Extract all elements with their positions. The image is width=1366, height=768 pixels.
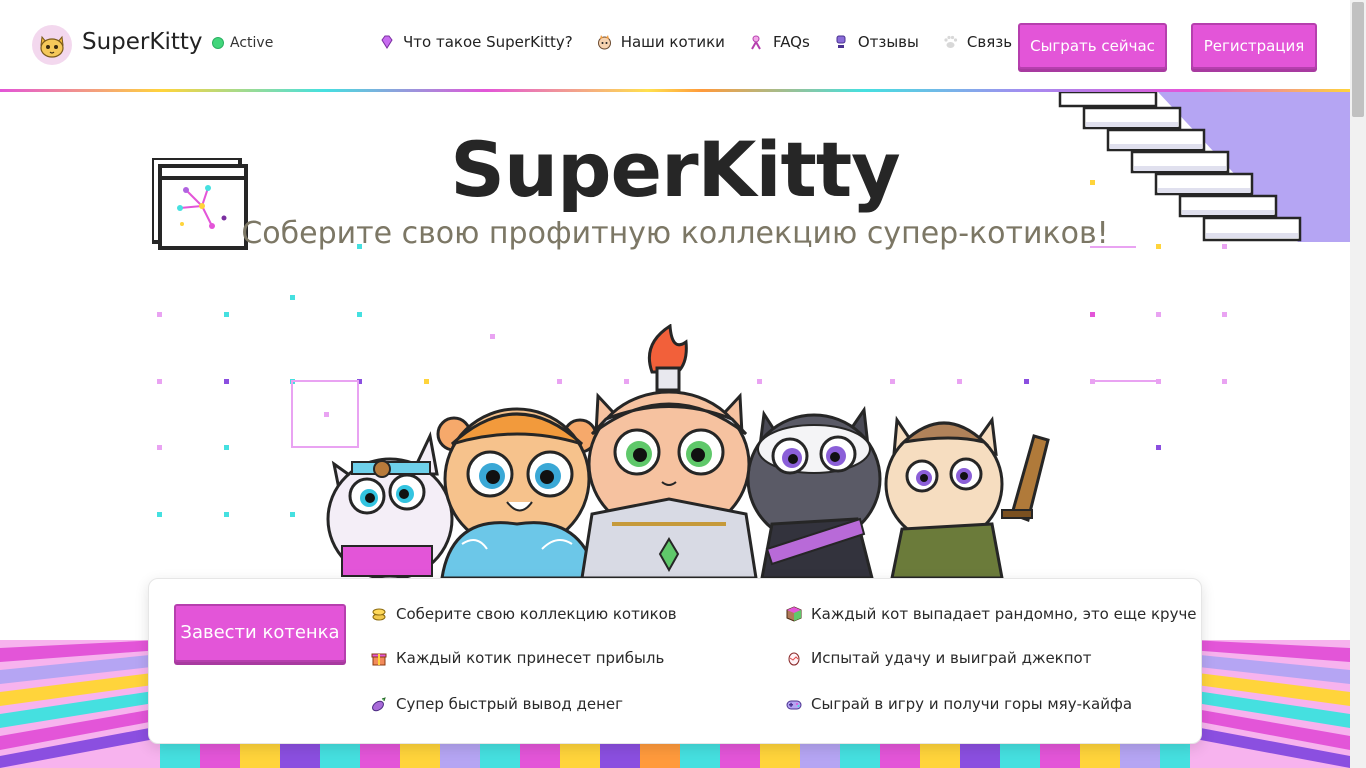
scrollbar-thumb[interactable] xyxy=(1352,2,1364,117)
nav-label: Что такое SuperKitty? xyxy=(403,33,573,51)
trophy-icon xyxy=(833,34,850,51)
feature-item: Сыграй в игру и получи горы мяу-кайфа xyxy=(786,695,1132,713)
nav-label: Отзывы xyxy=(857,33,919,51)
feature-label: Каждый кот выпадает рандомно, это еще кр… xyxy=(811,605,1197,623)
feature-item: Каждый кот выпадает рандомно, это еще кр… xyxy=(786,605,1197,623)
nav-label: Связь xyxy=(966,33,1013,51)
nav-item-reviews[interactable]: Отзывы xyxy=(833,33,919,51)
nav-item-kitties[interactable]: Наши котики xyxy=(596,33,725,51)
main-nav: Что такое SuperKitty? Наши котики FAQs О… xyxy=(378,33,1035,51)
gift-icon xyxy=(371,650,387,666)
feature-label: Испытай удачу и выиграй джекпот xyxy=(811,649,1092,667)
dark-cat-image xyxy=(746,405,882,580)
cat-icon xyxy=(596,34,613,51)
site-header: SuperKitty Active Что такое SuperKitty? … xyxy=(0,0,1366,90)
hero-title: SuperKitty xyxy=(450,125,900,214)
feature-label: Сыграй в игру и получи горы мяу-кайфа xyxy=(811,695,1133,713)
feature-item: Испытай удачу и выиграй джекпот xyxy=(786,649,1091,667)
feature-item: Каждый котик принесет прибыль xyxy=(371,649,664,667)
status-dot-icon xyxy=(212,37,224,49)
kitties-illustration xyxy=(312,323,1062,581)
register-button[interactable]: Регистрация xyxy=(1191,23,1317,69)
page-scrollbar[interactable] xyxy=(1350,0,1366,768)
hero-subtitle: Соберите свою профитную коллекцию супер-… xyxy=(241,216,1109,251)
eggplant-icon xyxy=(371,696,387,712)
status-text: Active xyxy=(230,35,274,51)
adventurer-cat-image xyxy=(884,415,1050,580)
status-indicator: Active xyxy=(212,35,273,51)
ribbon-icon xyxy=(748,34,765,51)
get-kitten-button[interactable]: Завести котенка xyxy=(174,604,346,662)
ginger-cat-image xyxy=(436,407,599,580)
feature-label: Соберите свою коллекцию котиков xyxy=(396,605,677,623)
feature-item: Соберите свою коллекцию котиков xyxy=(371,605,677,623)
white-cat-image xyxy=(326,431,454,581)
coins-icon xyxy=(371,606,387,622)
nav-label: Наши котики xyxy=(620,33,725,51)
nav-item-contact[interactable]: Связь xyxy=(942,33,1012,51)
egg-icon xyxy=(786,650,802,666)
brand-name[interactable]: SuperKitty xyxy=(82,29,203,55)
feature-label: Каждый котик принесет прибыль xyxy=(396,649,665,667)
paw-icon xyxy=(942,34,959,51)
feature-item: Супер быстрый вывод денег xyxy=(371,695,623,713)
cube-icon xyxy=(786,606,802,622)
nav-label: FAQs xyxy=(772,33,810,51)
play-now-button[interactable]: Сыграть сейчас xyxy=(1018,23,1167,69)
features-card: Завести котенка Соберите свою коллекцию … xyxy=(148,578,1202,744)
gamepad-icon xyxy=(786,696,802,712)
nav-item-about[interactable]: Что такое SuperKitty? xyxy=(378,33,573,51)
knight-cat-image xyxy=(580,323,758,580)
diamond-icon xyxy=(378,34,395,51)
logo-icon[interactable] xyxy=(32,25,72,65)
feature-label: Супер быстрый вывод денег xyxy=(396,695,623,713)
nav-item-faqs[interactable]: FAQs xyxy=(748,33,810,51)
